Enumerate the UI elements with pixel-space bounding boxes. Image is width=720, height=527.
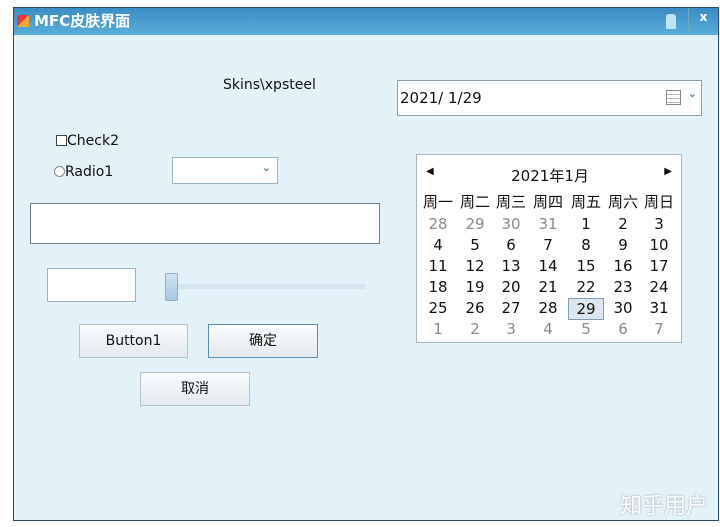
calendar-day[interactable]: 16 — [605, 256, 641, 276]
calendar-day[interactable]: 7 — [641, 319, 677, 339]
calendar-day[interactable]: 7 — [530, 235, 566, 255]
calendar-day[interactable]: 31 — [641, 298, 677, 318]
calendar-day[interactable]: 22 — [568, 277, 604, 297]
radio-circle[interactable] — [54, 166, 65, 177]
calendar-day[interactable]: 1 — [568, 214, 604, 234]
calendar-day[interactable]: 6 — [605, 319, 641, 339]
calendar-day[interactable]: 30 — [493, 214, 529, 234]
button1[interactable]: Button1 — [79, 324, 188, 358]
weekday-header: 周四 — [532, 193, 563, 211]
calendar-day[interactable]: 17 — [641, 256, 677, 276]
close-button[interactable]: x — [688, 8, 718, 30]
watermark: 知乎用户 — [619, 494, 708, 519]
chevron-down-icon[interactable]: ⌄ — [262, 161, 271, 174]
weekday-header: 周五 — [570, 193, 601, 211]
calendar-day[interactable]: 2 — [605, 214, 641, 234]
month-calendar[interactable]: ◀ 2021年1月 ▶ 周一 周二 周三 周四 周五 周六 周日 28 29 30 31 1 2 3 4 5 6… — [416, 154, 682, 343]
calendar-day[interactable]: 24 — [641, 277, 677, 297]
date-value: 2021/ 1/29 — [400, 89, 482, 107]
calendar-day[interactable]: 3 — [493, 319, 529, 339]
weekday-header: 周一 — [422, 193, 453, 211]
calendar-day[interactable]: 28 — [530, 298, 566, 318]
weekday-header: 周三 — [495, 193, 526, 211]
calendar-day[interactable]: 12 — [457, 256, 493, 276]
calendar-day[interactable]: 9 — [605, 235, 641, 255]
calendar-day[interactable]: 15 — [568, 256, 604, 276]
calendar-day[interactable]: 28 — [420, 214, 456, 234]
month-title[interactable]: 2021年1月 — [507, 165, 593, 186]
calendar-day[interactable]: 29 — [568, 298, 604, 320]
radio1-label: Radio1 — [65, 164, 114, 180]
calendar-day[interactable]: 1 — [420, 319, 456, 339]
weekday-header: 周六 — [607, 193, 638, 211]
chevron-down-icon[interactable]: ⌄ — [688, 87, 697, 100]
weekday-header: 周二 — [459, 193, 490, 211]
next-month-icon[interactable]: ▶ — [664, 166, 672, 177]
app-icon — [17, 15, 29, 27]
calendar-icon[interactable] — [666, 90, 681, 105]
calendar-day[interactable]: 3 — [641, 214, 677, 234]
calendar-day[interactable]: 18 — [420, 277, 456, 297]
window-title: MFC皮肤界面 — [34, 12, 131, 30]
radio1-radio[interactable]: Radio1 — [54, 164, 113, 180]
skin-label: Skins\xpsteel — [223, 77, 316, 93]
calendar-day[interactable]: 13 — [493, 256, 529, 276]
calendar-day[interactable]: 6 — [493, 235, 529, 255]
title-bar: MFC皮肤界面 x — [14, 8, 718, 35]
combo-box[interactable]: ⌄ — [172, 157, 278, 184]
calendar-day[interactable]: 8 — [568, 235, 604, 255]
calendar-day[interactable]: 29 — [457, 214, 493, 234]
wide-edit[interactable] — [30, 203, 380, 244]
calendar-day[interactable]: 25 — [420, 298, 456, 318]
check2-label: Check2 — [67, 133, 119, 149]
calendar-day[interactable]: 10 — [641, 235, 677, 255]
date-picker[interactable]: 2021/ 1/29 ⌄ — [397, 80, 702, 116]
ok-button[interactable]: 确定 — [208, 324, 318, 358]
calendar-day[interactable]: 2 — [457, 319, 493, 339]
calendar-day[interactable]: 20 — [493, 277, 529, 297]
slider-thumb[interactable] — [165, 273, 178, 301]
calendar-day[interactable]: 31 — [530, 214, 566, 234]
calendar-day[interactable]: 23 — [605, 277, 641, 297]
check2-checkbox[interactable]: Check2 — [56, 133, 119, 149]
cancel-button[interactable]: 取消 — [140, 372, 250, 406]
calendar-day[interactable]: 5 — [568, 319, 604, 339]
calendar-day[interactable]: 19 — [457, 277, 493, 297]
small-edit[interactable] — [47, 268, 136, 302]
calendar-day[interactable]: 30 — [605, 298, 641, 318]
calendar-day[interactable]: 26 — [457, 298, 493, 318]
calendar-day[interactable]: 11 — [420, 256, 456, 276]
calendar-day[interactable]: 21 — [530, 277, 566, 297]
calendar-day[interactable]: 4 — [530, 319, 566, 339]
weekday-header: 周日 — [643, 193, 674, 211]
skin-icon[interactable] — [666, 14, 676, 29]
calendar-day[interactable]: 5 — [457, 235, 493, 255]
prev-month-icon[interactable]: ◀ — [426, 166, 434, 177]
calendar-day[interactable]: 14 — [530, 256, 566, 276]
slider-track[interactable] — [166, 284, 365, 289]
calendar-day[interactable]: 27 — [493, 298, 529, 318]
calendar-day[interactable]: 4 — [420, 235, 456, 255]
checkbox-box[interactable] — [56, 135, 67, 146]
